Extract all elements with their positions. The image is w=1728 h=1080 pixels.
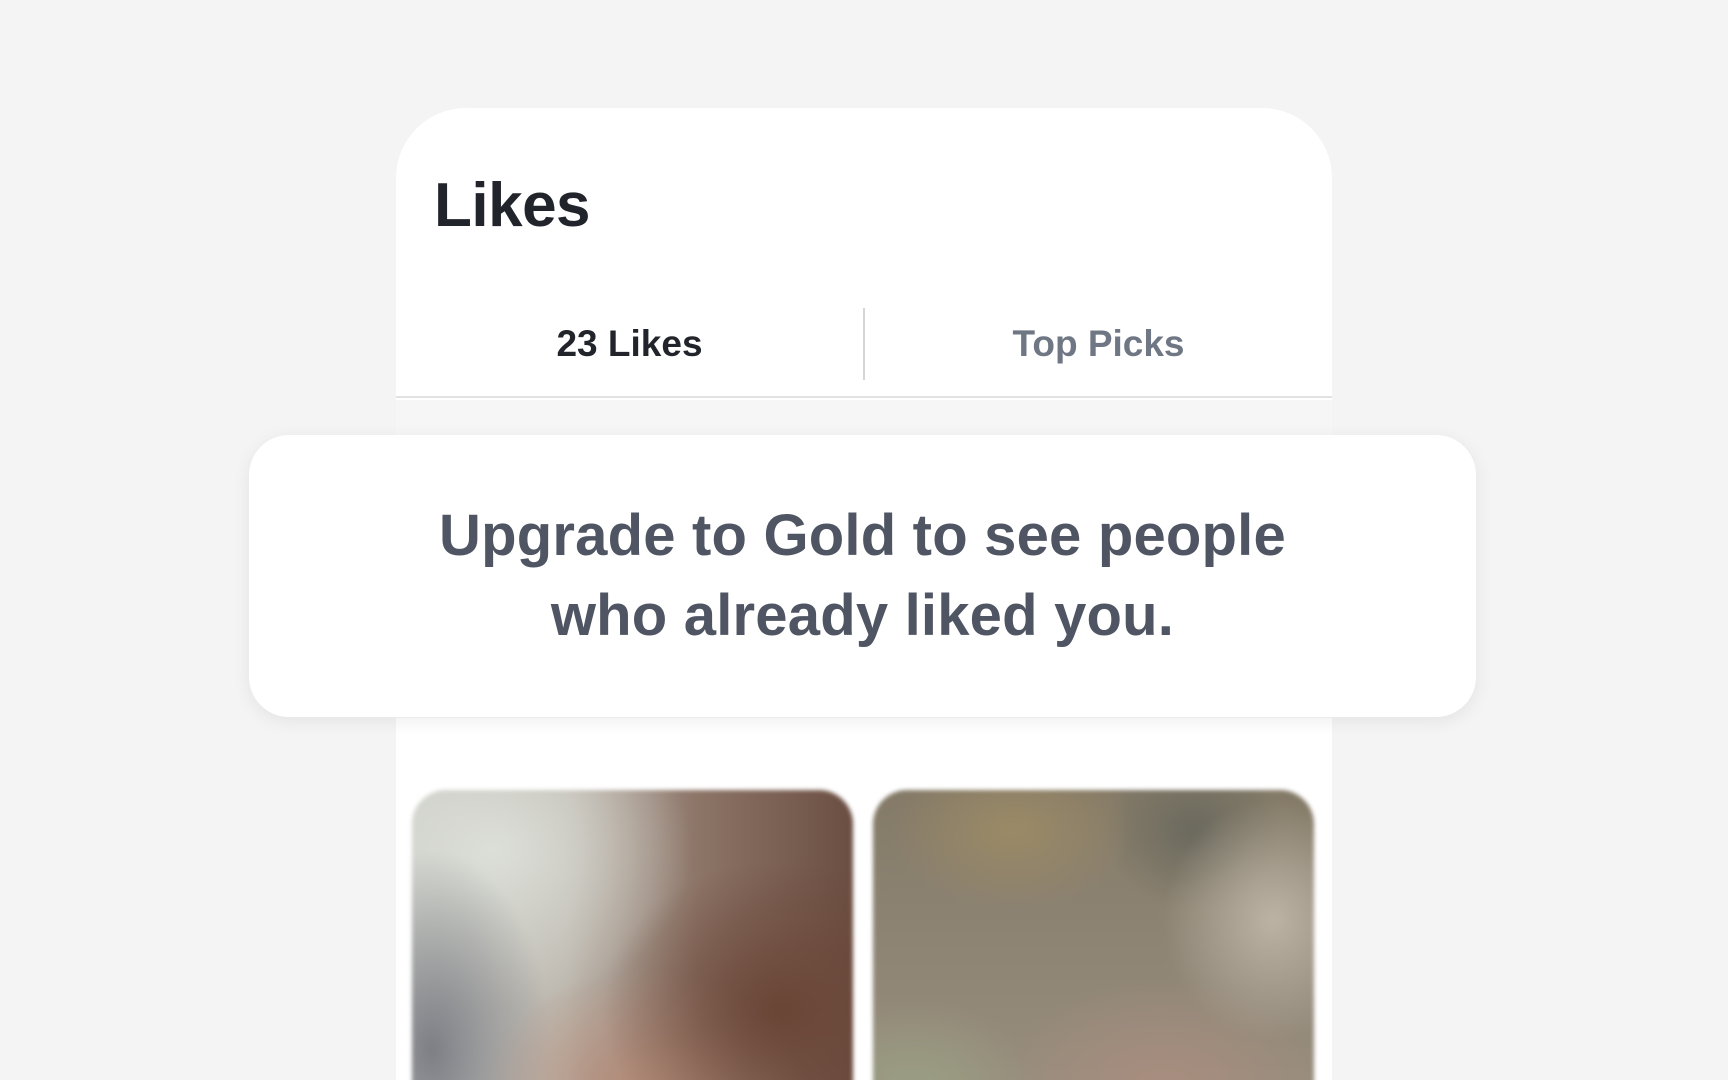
tab-likes[interactable]: 23 Likes [396, 292, 863, 396]
upgrade-gold-banner[interactable]: Upgrade to Gold to see people who alread… [249, 435, 1476, 717]
blurred-profile-photo[interactable] [873, 790, 1314, 1080]
page-title: Likes [434, 171, 591, 240]
tab-top-picks[interactable]: Top Picks [865, 292, 1332, 396]
blurred-profile-photo[interactable] [412, 790, 853, 1080]
upgrade-message: Upgrade to Gold to see people who alread… [439, 503, 1286, 648]
likes-tab-bar: 23 Likes Top Picks [396, 292, 1332, 398]
